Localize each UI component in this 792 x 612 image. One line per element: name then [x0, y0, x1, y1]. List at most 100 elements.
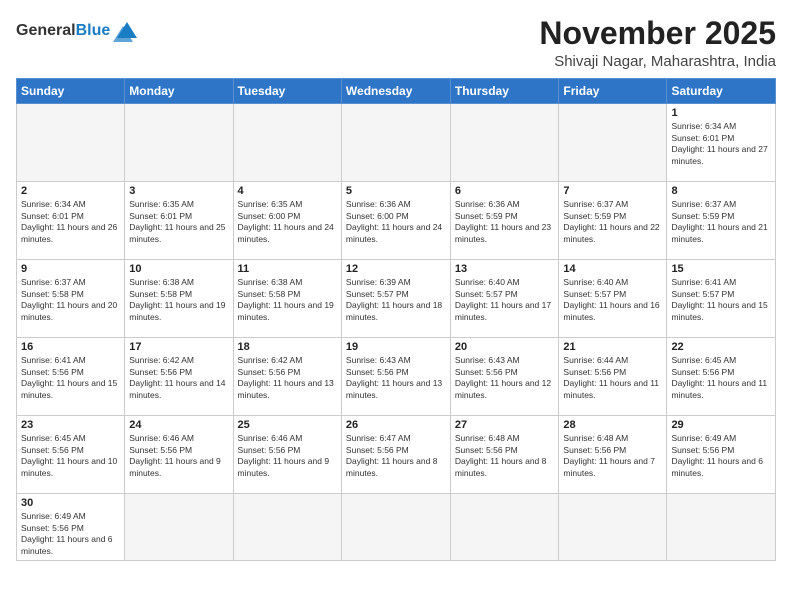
calendar-cell: 8 Sunrise: 6:37 AMSunset: 5:59 PMDaylight…	[667, 182, 776, 260]
day-info: Sunrise: 6:37 AMSunset: 5:58 PMDaylight:…	[21, 277, 120, 323]
day-info: Sunrise: 6:38 AMSunset: 5:58 PMDaylight:…	[238, 277, 337, 323]
day-number: 2	[21, 185, 120, 197]
day-number: 6	[455, 185, 555, 197]
day-number: 15	[671, 263, 771, 275]
day-number: 22	[671, 341, 771, 353]
weekday-header-friday: Friday	[559, 79, 667, 104]
calendar-cell: 22 Sunrise: 6:45 AMSunset: 5:56 PMDayligh…	[667, 338, 776, 416]
day-number: 1	[671, 107, 771, 119]
day-number: 17	[129, 341, 228, 353]
day-info: Sunrise: 6:40 AMSunset: 5:57 PMDaylight:…	[563, 277, 662, 323]
day-number: 21	[563, 341, 662, 353]
calendar-table: SundayMondayTuesdayWednesdayThursdayFrid…	[16, 78, 776, 561]
weekday-header-saturday: Saturday	[667, 79, 776, 104]
page-header: General Blue November 2025 Shivaji Nagar…	[16, 16, 776, 70]
calendar-cell	[450, 104, 559, 182]
calendar-cell	[341, 494, 450, 561]
calendar-cell: 18Sunrise: 6:42 AMSunset: 5:56 PMDayligh…	[233, 338, 341, 416]
day-info: Sunrise: 6:35 AMSunset: 6:01 PMDaylight:…	[129, 199, 228, 245]
logo-general-text: General	[16, 22, 76, 40]
day-info: Sunrise: 6:36 AMSunset: 5:59 PMDaylight:…	[455, 199, 555, 245]
day-info: Sunrise: 6:48 AMSunset: 5:56 PMDaylight:…	[455, 433, 555, 479]
calendar-cell: 20 Sunrise: 6:43 AMSunset: 5:56 PMDayligh…	[450, 338, 559, 416]
calendar-cell: 15 Sunrise: 6:41 AMSunset: 5:57 PMDayligh…	[667, 260, 776, 338]
calendar-cell	[559, 494, 667, 561]
day-info: Sunrise: 6:49 AMSunset: 5:56 PMDaylight:…	[671, 433, 771, 479]
month-title: November 2025	[539, 16, 776, 51]
day-info: Sunrise: 6:44 AMSunset: 5:56 PMDaylight:…	[563, 355, 662, 401]
week-row-1: 1 Sunrise: 6:34 AMSunset: 6:01 PMDaylight…	[17, 104, 776, 182]
calendar-cell: 16 Sunrise: 6:41 AMSunset: 5:56 PMDayligh…	[17, 338, 125, 416]
calendar-cell: 6 Sunrise: 6:36 AMSunset: 5:59 PMDaylight…	[450, 182, 559, 260]
title-area: November 2025 Shivaji Nagar, Maharashtra…	[539, 16, 776, 70]
day-info: Sunrise: 6:48 AMSunset: 5:56 PMDaylight:…	[563, 433, 662, 479]
logo-blue-text: Blue	[76, 22, 111, 40]
day-number: 29	[671, 419, 771, 431]
day-number: 9	[21, 263, 120, 275]
week-row-3: 9 Sunrise: 6:37 AMSunset: 5:58 PMDaylight…	[17, 260, 776, 338]
day-info: Sunrise: 6:37 AMSunset: 5:59 PMDaylight:…	[563, 199, 662, 245]
logo-icon	[113, 20, 141, 42]
calendar-cell: 29 Sunrise: 6:49 AMSunset: 5:56 PMDayligh…	[667, 416, 776, 494]
day-number: 30	[21, 497, 120, 509]
logo: General Blue	[16, 20, 141, 42]
calendar-cell	[233, 104, 341, 182]
day-info: Sunrise: 6:37 AMSunset: 5:59 PMDaylight:…	[671, 199, 771, 245]
calendar-cell	[125, 494, 233, 561]
day-number: 4	[238, 185, 337, 197]
calendar-cell	[450, 494, 559, 561]
calendar-cell: 5Sunrise: 6:36 AMSunset: 6:00 PMDaylight…	[341, 182, 450, 260]
weekday-header-monday: Monday	[125, 79, 233, 104]
day-number: 16	[21, 341, 120, 353]
logo-area: General Blue	[16, 16, 141, 42]
calendar-cell: 2Sunrise: 6:34 AMSunset: 6:01 PMDaylight…	[17, 182, 125, 260]
day-info: Sunrise: 6:42 AMSunset: 5:56 PMDaylight:…	[238, 355, 337, 401]
calendar-cell: 13Sunrise: 6:40 AMSunset: 5:57 PMDayligh…	[450, 260, 559, 338]
calendar-cell	[559, 104, 667, 182]
day-info: Sunrise: 6:35 AMSunset: 6:00 PMDaylight:…	[238, 199, 337, 245]
day-info: Sunrise: 6:38 AMSunset: 5:58 PMDaylight:…	[129, 277, 228, 323]
calendar-cell	[667, 494, 776, 561]
day-info: Sunrise: 6:41 AMSunset: 5:57 PMDaylight:…	[671, 277, 771, 323]
day-number: 26	[346, 419, 446, 431]
calendar-cell	[233, 494, 341, 561]
calendar-cell: 19Sunrise: 6:43 AMSunset: 5:56 PMDayligh…	[341, 338, 450, 416]
day-number: 12	[346, 263, 446, 275]
day-number: 23	[21, 419, 120, 431]
day-number: 7	[563, 185, 662, 197]
day-info: Sunrise: 6:46 AMSunset: 5:56 PMDaylight:…	[129, 433, 228, 479]
day-info: Sunrise: 6:46 AMSunset: 5:56 PMDaylight:…	[238, 433, 337, 479]
weekday-header-sunday: Sunday	[17, 79, 125, 104]
calendar-cell: 30 Sunrise: 6:49 AMSunset: 5:56 PMDayligh…	[17, 494, 125, 561]
day-info: Sunrise: 6:45 AMSunset: 5:56 PMDaylight:…	[671, 355, 771, 401]
calendar-cell: 24Sunrise: 6:46 AMSunset: 5:56 PMDayligh…	[125, 416, 233, 494]
day-info: Sunrise: 6:47 AMSunset: 5:56 PMDaylight:…	[346, 433, 446, 479]
calendar-cell: 4 Sunrise: 6:35 AMSunset: 6:00 PMDaylight…	[233, 182, 341, 260]
calendar-cell: 11 Sunrise: 6:38 AMSunset: 5:58 PMDayligh…	[233, 260, 341, 338]
day-info: Sunrise: 6:34 AMSunset: 6:01 PMDaylight:…	[671, 121, 771, 167]
calendar-cell: 10Sunrise: 6:38 AMSunset: 5:58 PMDayligh…	[125, 260, 233, 338]
week-row-2: 2Sunrise: 6:34 AMSunset: 6:01 PMDaylight…	[17, 182, 776, 260]
calendar-cell: 23Sunrise: 6:45 AMSunset: 5:56 PMDayligh…	[17, 416, 125, 494]
calendar-cell: 17Sunrise: 6:42 AMSunset: 5:56 PMDayligh…	[125, 338, 233, 416]
day-number: 11	[238, 263, 337, 275]
calendar-cell: 28Sunrise: 6:48 AMSunset: 5:56 PMDayligh…	[559, 416, 667, 494]
calendar-cell: 25Sunrise: 6:46 AMSunset: 5:56 PMDayligh…	[233, 416, 341, 494]
calendar-cell: 9 Sunrise: 6:37 AMSunset: 5:58 PMDaylight…	[17, 260, 125, 338]
day-number: 20	[455, 341, 555, 353]
day-info: Sunrise: 6:40 AMSunset: 5:57 PMDaylight:…	[455, 277, 555, 323]
day-info: Sunrise: 6:43 AMSunset: 5:56 PMDaylight:…	[455, 355, 555, 401]
calendar-cell	[341, 104, 450, 182]
weekday-header-row: SundayMondayTuesdayWednesdayThursdayFrid…	[17, 79, 776, 104]
calendar-cell: 21 Sunrise: 6:44 AMSunset: 5:56 PMDayligh…	[559, 338, 667, 416]
day-info: Sunrise: 6:49 AMSunset: 5:56 PMDaylight:…	[21, 511, 120, 557]
weekday-header-wednesday: Wednesday	[341, 79, 450, 104]
day-info: Sunrise: 6:41 AMSunset: 5:56 PMDaylight:…	[21, 355, 120, 401]
day-info: Sunrise: 6:36 AMSunset: 6:00 PMDaylight:…	[346, 199, 446, 245]
weekday-header-thursday: Thursday	[450, 79, 559, 104]
day-number: 19	[346, 341, 446, 353]
day-number: 27	[455, 419, 555, 431]
week-row-5: 23Sunrise: 6:45 AMSunset: 5:56 PMDayligh…	[17, 416, 776, 494]
day-number: 8	[671, 185, 771, 197]
day-number: 14	[563, 263, 662, 275]
